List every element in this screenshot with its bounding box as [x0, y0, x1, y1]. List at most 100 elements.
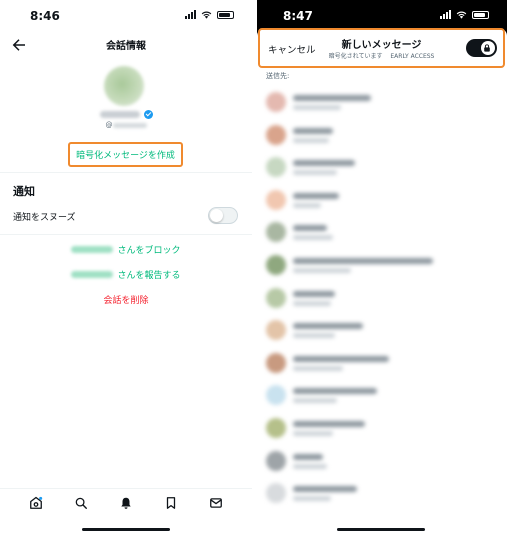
- verified-badge-icon: [143, 110, 153, 119]
- contact-name-blurred: [293, 355, 389, 362]
- contact-avatar: [266, 483, 286, 504]
- new-message-screen: 8:47 キャンセル 新しいメッセージ 暗号化されています EARLY ACCE…: [257, 0, 507, 540]
- contact-row[interactable]: [257, 314, 507, 347]
- search-icon[interactable]: [74, 496, 88, 510]
- recipient-label: 送信先:: [266, 72, 290, 80]
- contact-name-blurred: [293, 257, 433, 264]
- divider: [0, 172, 252, 173]
- status-time: 8:46: [30, 9, 60, 23]
- contact-handle-blurred: [293, 202, 321, 208]
- sheet-header: キャンセル 新しいメッセージ 暗号化されています EARLY ACCESS: [258, 28, 505, 68]
- encrypted-status: 暗号化されています: [328, 53, 383, 60]
- contact-row[interactable]: [257, 184, 507, 217]
- contact-row[interactable]: [257, 347, 507, 380]
- username-blurred: [71, 246, 114, 253]
- contact-name-blurred: [293, 95, 371, 101]
- profile-name: [0, 110, 252, 119]
- contact-row[interactable]: [257, 119, 507, 152]
- handle-prefix: @: [105, 121, 113, 129]
- contact-handle-blurred: [293, 267, 351, 273]
- contact-row[interactable]: [257, 86, 507, 119]
- contact-avatar: [266, 124, 286, 145]
- home-indicator: [337, 528, 425, 531]
- battery-icon: [472, 10, 489, 19]
- tab-bar: [0, 488, 252, 516]
- status-icons: [185, 10, 234, 19]
- contact-row[interactable]: [257, 282, 507, 315]
- status-bar: 8:46: [0, 0, 252, 32]
- report-label: さんを報告する: [117, 271, 181, 281]
- contact-avatar: [266, 287, 286, 308]
- contact-handle-blurred: [293, 333, 335, 339]
- contact-avatar: [266, 189, 286, 210]
- contact-avatar: [266, 320, 286, 341]
- mail-icon[interactable]: [209, 496, 223, 510]
- contact-handle-blurred: [293, 137, 329, 143]
- block-label: さんをブロック: [117, 246, 181, 256]
- page-title: 会話情報: [106, 41, 146, 52]
- contact-name-blurred: [293, 323, 363, 330]
- contact-handle-blurred: [293, 365, 343, 371]
- contact-avatar: [266, 450, 286, 471]
- contact-avatar: [266, 157, 286, 178]
- contact-row[interactable]: [257, 445, 507, 478]
- contact-name-blurred: [293, 420, 365, 427]
- contact-avatar: [266, 254, 286, 275]
- nav-header: 会話情報: [0, 32, 252, 58]
- notifications-section-title: 通知: [13, 185, 35, 198]
- conversation-info-screen: 8:46 会話情報 @ 暗号化メッセージを作成 通知 通知をスヌーズ さんをブロ…: [0, 0, 252, 540]
- contact-handle-blurred: [293, 300, 331, 306]
- signal-icon: [440, 10, 451, 19]
- contact-avatar: [266, 92, 286, 112]
- contact-name-blurred: [293, 388, 377, 395]
- divider: [0, 234, 252, 235]
- contact-handle-blurred: [293, 235, 333, 241]
- lock-icon: [484, 44, 490, 52]
- bell-icon[interactable]: [119, 496, 133, 510]
- delete-conversation-button[interactable]: 会話を削除: [0, 293, 252, 306]
- snooze-notifications-toggle[interactable]: [208, 207, 238, 224]
- report-user-button[interactable]: さんを報告する: [0, 268, 252, 281]
- contact-name-blurred: [293, 160, 355, 167]
- contact-avatar: [266, 385, 286, 406]
- home-indicator: [82, 528, 170, 531]
- contact-avatar: [266, 417, 286, 438]
- wifi-icon: [456, 11, 467, 19]
- status-time: 8:47: [283, 9, 313, 23]
- contact-handle-blurred: [293, 105, 341, 110]
- contact-avatar: [266, 352, 286, 373]
- contact-row[interactable]: [257, 151, 507, 184]
- contact-list: [257, 86, 507, 510]
- contact-row[interactable]: [257, 249, 507, 282]
- contact-row[interactable]: [257, 379, 507, 412]
- battery-icon: [217, 10, 234, 19]
- contact-row[interactable]: [257, 412, 507, 445]
- avatar[interactable]: [104, 66, 144, 106]
- contact-name-blurred: [293, 486, 357, 493]
- contact-name-blurred: [293, 290, 335, 297]
- contact-row[interactable]: [257, 216, 507, 249]
- new-message-sheet: キャンセル 新しいメッセージ 暗号化されています EARLY ACCESS 送信…: [257, 28, 507, 540]
- home-icon[interactable]: [29, 496, 43, 510]
- create-encrypted-message-button[interactable]: 暗号化メッセージを作成: [68, 142, 183, 167]
- contact-handle-blurred: [293, 170, 337, 176]
- block-user-button[interactable]: さんをブロック: [0, 243, 252, 256]
- contact-name-blurred: [293, 192, 339, 199]
- contact-name-blurred: [293, 127, 333, 134]
- contact-handle-blurred: [293, 496, 331, 502]
- contact-avatar: [266, 222, 286, 243]
- signal-icon: [185, 10, 196, 19]
- contact-name-blurred: [293, 225, 327, 232]
- status-icons: [440, 10, 489, 19]
- handle-blurred: [112, 122, 147, 128]
- snooze-notifications-label: 通知をスヌーズ: [13, 213, 76, 223]
- display-name-blurred: [99, 111, 140, 118]
- early-access-badge: EARLY ACCESS: [390, 53, 435, 60]
- bookmark-icon[interactable]: [164, 496, 178, 510]
- contact-name-blurred: [293, 453, 323, 460]
- contact-handle-blurred: [293, 463, 327, 469]
- username-blurred: [71, 271, 114, 278]
- contact-row[interactable]: [257, 477, 507, 510]
- wifi-icon: [201, 11, 212, 19]
- encryption-toggle[interactable]: [466, 39, 497, 57]
